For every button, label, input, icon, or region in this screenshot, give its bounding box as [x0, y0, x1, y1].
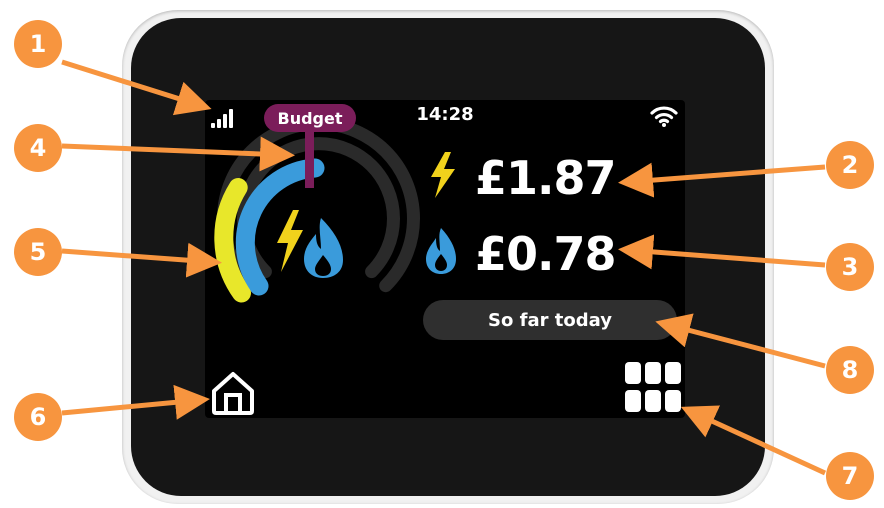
callout-badge: 8 — [826, 346, 874, 394]
callout-badge: 4 — [14, 124, 62, 172]
gas-flame-icon — [426, 228, 456, 274]
gas-cost: £0.78 — [475, 227, 617, 281]
callout-badge: 7 — [826, 452, 874, 500]
callout-badge: 6 — [14, 393, 62, 441]
home-button[interactable] — [209, 370, 257, 416]
home-icon — [212, 372, 254, 415]
lightning-bolt-icon — [431, 152, 455, 198]
wifi-icon — [649, 104, 679, 128]
callout-badge: 5 — [14, 228, 62, 276]
lightning-bolt-icon — [277, 210, 303, 272]
menu-button[interactable] — [625, 362, 681, 414]
display-screen: 14:28 Budget £1.87 £0.78 So far today — [205, 100, 685, 418]
period-selector[interactable]: So far today — [423, 300, 677, 340]
callout-badge: 2 — [826, 141, 874, 189]
callout-badge: 3 — [826, 243, 874, 291]
usage-gauge — [214, 117, 420, 303]
callout-badge: 1 — [14, 20, 62, 68]
budget-label: Budget — [264, 104, 356, 132]
budget-marker — [305, 132, 314, 188]
electricity-cost: £1.87 — [475, 151, 617, 205]
